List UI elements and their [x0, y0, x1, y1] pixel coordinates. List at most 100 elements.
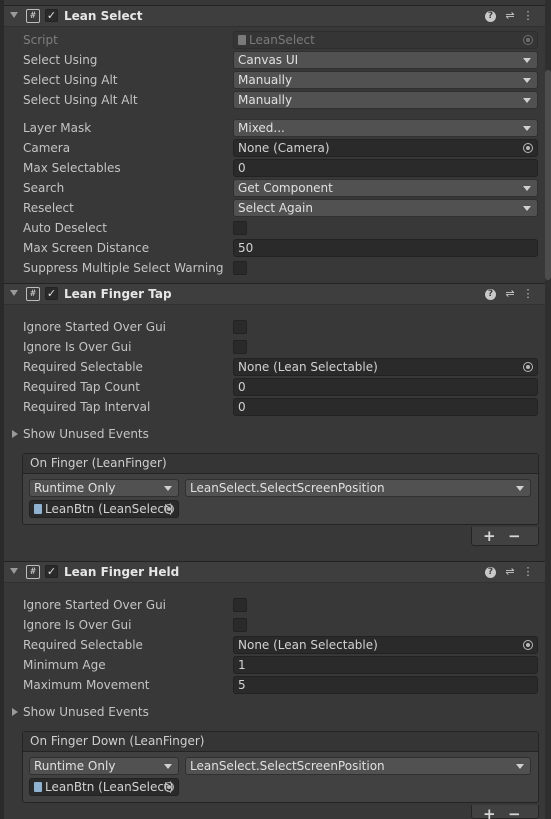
ignore-started-over-gui-checkbox[interactable]	[233, 598, 247, 612]
enable-checkbox[interactable]: ✓	[45, 565, 58, 578]
search-label: Search	[23, 181, 65, 195]
help-icon[interactable]: ?	[485, 11, 496, 22]
presets-icon[interactable]: ⇌	[503, 565, 517, 579]
required-selectable-value: None (Lean Selectable)	[238, 638, 378, 652]
method-value: LeanSelect.SelectScreenPosition	[190, 481, 385, 495]
event-title: On Finger (LeanFinger)	[23, 454, 538, 474]
dropdown-caret-icon	[523, 186, 531, 191]
method-dropdown[interactable]: LeanSelect.SelectScreenPosition	[185, 479, 531, 497]
select-using-alt-dropdown[interactable]: Manually	[233, 71, 538, 89]
ignore-started-over-gui-checkbox[interactable]	[233, 320, 247, 334]
reselect-dropdown[interactable]: Select Again	[233, 199, 538, 217]
search-value: Get Component	[238, 181, 333, 195]
required-selectable-label: Required Selectable	[23, 360, 143, 374]
dropdown-caret-icon	[523, 58, 531, 63]
runtime-dropdown[interactable]: Runtime Only	[29, 479, 179, 497]
object-picker-icon[interactable]	[523, 640, 533, 650]
dropdown-caret-icon	[523, 126, 531, 131]
object-picker-icon[interactable]	[164, 782, 174, 792]
enable-checkbox[interactable]: ✓	[45, 9, 58, 22]
remove-listener-button[interactable]: −	[508, 805, 521, 819]
presets-icon[interactable]: ⇌	[503, 287, 517, 301]
context-menu-icon[interactable]: ⋮	[521, 287, 535, 301]
foldout-arrow-icon	[12, 430, 18, 438]
auto-deselect-checkbox[interactable]	[233, 221, 247, 235]
help-icon[interactable]: ?	[485, 289, 496, 300]
foldout-arrow-icon[interactable]	[10, 290, 18, 296]
required-tap-interval-input[interactable]: 0	[233, 398, 538, 416]
component-header-lean-finger-held[interactable]: # ✓ Lean Finger Held ? ⇌ ⋮	[4, 561, 545, 583]
object-picker-icon[interactable]	[523, 362, 533, 372]
context-menu-icon[interactable]: ⋮	[521, 565, 535, 579]
maximum-movement-input[interactable]: 5	[233, 676, 538, 694]
layer-mask-dropdown[interactable]: Mixed...	[233, 119, 538, 137]
script-icon: #	[26, 287, 40, 301]
max-screen-distance-input[interactable]: 50	[233, 239, 538, 257]
help-icon[interactable]: ?	[485, 567, 496, 578]
required-selectable-field[interactable]: None (Lean Selectable)	[233, 636, 538, 654]
select-using-row: Select Using Canvas UI	[23, 51, 538, 69]
component-title: Lean Select	[64, 9, 143, 23]
context-menu-icon[interactable]: ⋮	[521, 9, 535, 23]
remove-listener-button[interactable]: −	[508, 527, 521, 545]
max-selectables-input[interactable]: 0	[233, 159, 538, 177]
add-listener-button[interactable]: +	[483, 527, 496, 545]
ignore-started-over-gui-row: Ignore Started Over Gui	[23, 596, 538, 614]
component-header-lean-select[interactable]: # ✓ Lean Select ? ⇌ ⋮	[4, 5, 545, 27]
select-using-alt-label: Select Using Alt	[23, 73, 118, 87]
foldout-arrow-icon[interactable]	[10, 568, 18, 574]
required-selectable-row: Required Selectable None (Lean Selectabl…	[23, 358, 538, 376]
dropdown-caret-icon	[164, 486, 172, 491]
camera-field[interactable]: None (Camera)	[233, 139, 538, 157]
reselect-label: Reselect	[23, 201, 74, 215]
required-tap-count-row: Required Tap Count 0	[23, 378, 538, 396]
auto-deselect-row: Auto Deselect	[23, 219, 538, 237]
maximum-movement-row: Maximum Movement 5	[23, 676, 538, 694]
target-object-field[interactable]: LeanBtn (LeanSelect)	[29, 778, 179, 796]
select-using-alt-row: Select Using Alt Manually	[23, 71, 538, 89]
event-on-finger: On Finger (LeanFinger) Runtime Only Lean…	[22, 453, 539, 525]
gameobject-icon	[34, 782, 42, 792]
max-selectables-row: Max Selectables 0	[23, 159, 538, 177]
script-icon: #	[26, 565, 40, 579]
camera-value: None (Camera)	[238, 141, 330, 155]
scrollbar-thumb[interactable]	[545, 70, 551, 280]
minimum-age-label: Minimum Age	[23, 658, 106, 672]
target-object-field[interactable]: LeanBtn (LeanSelect)	[29, 500, 179, 518]
reselect-row: Reselect Select Again	[23, 199, 538, 217]
required-tap-count-label: Required Tap Count	[23, 380, 140, 394]
minimum-age-input[interactable]: 1	[233, 656, 538, 674]
search-row: Search Get Component	[23, 179, 538, 197]
add-listener-button[interactable]: +	[483, 805, 496, 819]
object-picker-icon[interactable]	[523, 143, 533, 153]
ignore-is-over-gui-checkbox[interactable]	[233, 340, 247, 354]
select-using-value: Canvas UI	[238, 53, 299, 67]
ignore-is-over-gui-checkbox[interactable]	[233, 618, 247, 632]
required-selectable-field[interactable]: None (Lean Selectable)	[233, 358, 538, 376]
method-dropdown[interactable]: LeanSelect.SelectScreenPosition	[185, 757, 531, 775]
ignore-started-over-gui-label: Ignore Started Over Gui	[23, 598, 167, 612]
ignore-started-over-gui-label: Ignore Started Over Gui	[23, 320, 167, 334]
scrollbar[interactable]	[545, 0, 551, 819]
component-header-lean-finger-tap[interactable]: # ✓ Lean Finger Tap ? ⇌ ⋮	[4, 283, 545, 305]
enable-checkbox[interactable]: ✓	[45, 287, 58, 300]
required-tap-count-input[interactable]: 0	[233, 378, 538, 396]
foldout-arrow-icon[interactable]	[10, 12, 18, 18]
object-picker-icon[interactable]	[164, 504, 174, 514]
select-using-dropdown[interactable]: Canvas UI	[233, 51, 538, 69]
dropdown-caret-icon	[523, 98, 531, 103]
target-value: LeanBtn (LeanSelect)	[45, 502, 174, 516]
search-dropdown[interactable]: Get Component	[233, 179, 538, 197]
component-title: Lean Finger Held	[64, 565, 180, 579]
presets-icon[interactable]: ⇌	[503, 9, 517, 23]
show-unused-events-label: Show Unused Events	[23, 427, 149, 441]
max-screen-distance-label: Max Screen Distance	[23, 241, 150, 255]
suppress-warning-checkbox[interactable]	[233, 261, 247, 275]
max-screen-distance-row: Max Screen Distance 50	[23, 239, 538, 257]
script-field: LeanSelect	[233, 31, 538, 49]
select-using-alt-alt-dropdown[interactable]: Manually	[233, 91, 538, 109]
reselect-value: Select Again	[238, 201, 313, 215]
event-listener: Runtime Only LeanSelect.SelectScreenPosi…	[23, 752, 538, 802]
script-file-icon	[238, 35, 246, 45]
runtime-dropdown[interactable]: Runtime Only	[29, 757, 179, 775]
